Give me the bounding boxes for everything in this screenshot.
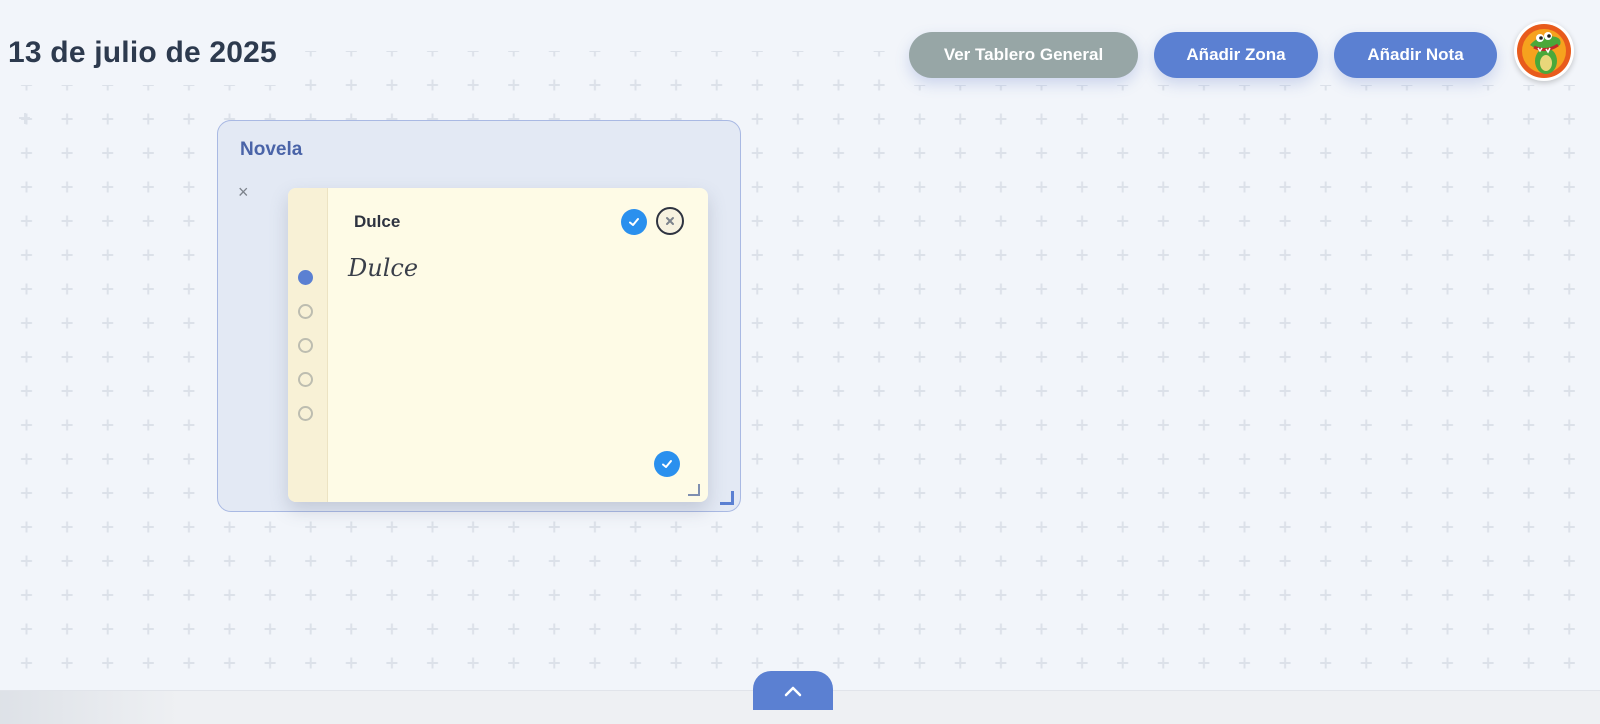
note-body[interactable]: Dulce: [348, 254, 418, 282]
expand-panel-button[interactable]: [753, 671, 833, 710]
zone-resize-handle[interactable]: [720, 491, 734, 505]
page-title: 13 de julio de 2025: [8, 36, 277, 69]
avatar[interactable]: [1514, 21, 1574, 81]
note-resize-handle[interactable]: [688, 484, 700, 496]
chevron-up-icon: [784, 686, 802, 696]
crocodile-avatar-icon: [1517, 24, 1571, 78]
note-color-rail: [288, 188, 328, 502]
note-color-dot[interactable]: [298, 406, 313, 421]
note-color-dot[interactable]: [298, 372, 313, 387]
note-color-dot[interactable]: [298, 304, 313, 319]
add-zone-button[interactable]: Añadir Zona: [1154, 32, 1318, 78]
note-color-dot[interactable]: [298, 338, 313, 353]
zone-title: Novela: [240, 139, 303, 160]
add-note-button[interactable]: Añadir Nota: [1334, 32, 1497, 78]
confirm-title-check-icon[interactable]: [621, 209, 647, 235]
zone-close-icon[interactable]: ×: [238, 183, 249, 201]
note-title[interactable]: Dulce: [354, 212, 400, 232]
view-general-board-button[interactable]: Ver Tablero General: [909, 32, 1138, 78]
note-card[interactable]: Dulce Dulce: [288, 188, 708, 502]
close-note-icon[interactable]: [656, 207, 684, 235]
bottom-panel-shadow: [0, 691, 180, 724]
confirm-body-check-icon[interactable]: [654, 451, 680, 477]
note-color-dot[interactable]: [298, 270, 313, 285]
